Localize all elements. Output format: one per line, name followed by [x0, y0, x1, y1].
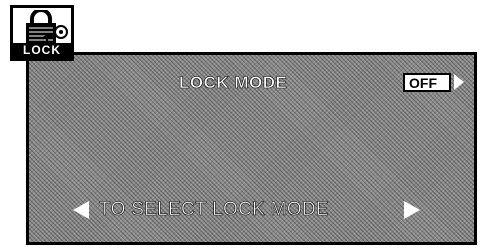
- lock-mode-screen: LOCK MODE OFF TO SELECT LOCK MODE: [26, 52, 477, 245]
- instruction-row: TO SELECT LOCK MODE: [73, 197, 453, 223]
- lock-badge: LOCK: [10, 5, 74, 61]
- mode-title: LOCK MODE: [179, 73, 288, 93]
- lock-label: LOCK: [13, 43, 71, 58]
- instruction-text: TO SELECT LOCK MODE: [99, 199, 329, 221]
- lock-mode-status[interactable]: OFF: [403, 73, 451, 92]
- padlock-with-key-icon: [26, 10, 68, 44]
- triangle-right-icon: [454, 74, 464, 90]
- triangle-left-icon[interactable]: [73, 201, 89, 219]
- triangle-right-icon[interactable]: [404, 201, 420, 219]
